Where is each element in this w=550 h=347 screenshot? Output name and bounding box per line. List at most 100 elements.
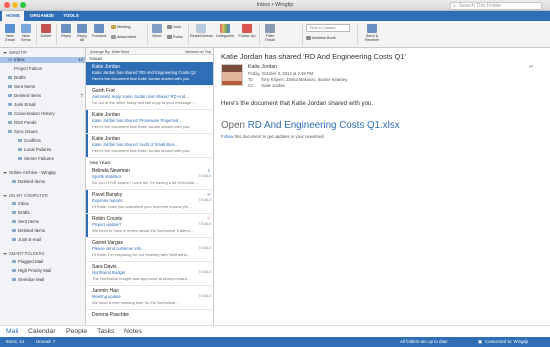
tab-home[interactable]: HOME (2, 11, 24, 21)
group-header-this-year[interactable]: THIS YEAR (89, 160, 110, 165)
section-header-smart-folders[interactable]: SMART FOLDERS (3, 251, 44, 256)
rules-icon (167, 35, 172, 39)
cc-list[interactable]: Katie Jordan (261, 83, 285, 88)
attachment-button[interactable]: Attachment (111, 34, 136, 40)
account-header-archive[interactable]: Online Archive - Wingtip (3, 170, 56, 176)
folder-label: Project Falcon (14, 66, 43, 71)
arrange-bar: Arrange By: Date Sent Newest on Top (86, 48, 213, 55)
nav-notes[interactable]: Notes (124, 328, 142, 335)
folder-archive-deleted-items[interactable]: Deleted Items (12, 179, 45, 185)
folder-rss-feeds[interactable]: RSS Feeds (8, 120, 36, 126)
message-item[interactable]: Junmin Hao Meeting update 7/14/14 We hav… (86, 286, 213, 310)
forward-button[interactable]: Forward (91, 24, 107, 38)
reply-all-button[interactable]: Reply All (75, 24, 89, 42)
folder-local-deleted-items[interactable]: Deleted Items (12, 228, 45, 234)
tab-tools[interactable]: TOOLS (60, 11, 82, 21)
to-list[interactable]: Tony Krijnen, Zrinka Makovac, Ikonne Kea… (261, 77, 348, 82)
folder-junk-email[interactable]: Junk Email (8, 102, 35, 108)
message-item[interactable]: Robin Counts ⚐ Project update? 7/14/14 W… (86, 214, 213, 238)
paperclip-icon (111, 35, 116, 39)
folder-label: Deleted Items (18, 179, 46, 184)
items-count: Items: 14 (6, 339, 25, 344)
message-subject: Expense reports (92, 198, 123, 203)
forward-icon (94, 24, 104, 33)
message-item[interactable]: Belinda Newman ⇩ Sports statistics 7/14/… (86, 166, 213, 190)
section-header-on-my-computer[interactable]: ON MY COMPUTER (3, 193, 48, 198)
folder-sent-items[interactable]: Sent Items (8, 84, 35, 90)
reply-button[interactable]: Reply (59, 24, 73, 38)
message-sender: Katie Jordan (92, 63, 121, 70)
message-item[interactable]: Katie Jordan Katie Jordan has shared 'Au… (86, 134, 213, 158)
folder-conflicts[interactable]: Conflicts (18, 138, 41, 144)
tab-organize[interactable]: ORGANIZE (26, 11, 58, 21)
folder-flagged-mail[interactable]: Flagged Mail (12, 259, 43, 265)
message-item[interactable]: Katie Jordan Katie Jordan has shared 'Pr… (86, 110, 213, 134)
folder-icon (8, 76, 12, 80)
message-item[interactable]: Garret Vargas Please send customer info … (86, 238, 213, 262)
message-item[interactable]: Garth Fort Automatic reply: Katie Jordan… (86, 86, 213, 110)
folder-overdue-mail[interactable]: Overdue Mail (12, 277, 44, 283)
arrange-by-dropdown[interactable]: Arrange By: Date Sent (90, 48, 129, 55)
nav-mail[interactable]: Mail (6, 328, 18, 335)
categorize-button[interactable]: Categorize (214, 24, 236, 38)
folder-local-sent-items[interactable]: Sent Items (12, 219, 39, 225)
folder-sync-issues[interactable]: Sync Issues (8, 129, 38, 135)
follow-up-button[interactable]: Follow Up (238, 24, 256, 38)
new-items-button[interactable]: New Items (19, 24, 33, 42)
folder-local-failures[interactable]: Local Failures (18, 147, 51, 153)
reply-icon[interactable]: ↩ (529, 64, 533, 70)
read-unread-button[interactable]: Read/Unread (190, 24, 213, 38)
ribbon-divider (56, 24, 57, 45)
send-receive-button[interactable]: Send & Receive (360, 24, 384, 42)
search-input[interactable]: ⌕ Search This Folder (450, 1, 542, 10)
account-header-wingtip[interactable]: WINGTIP (3, 50, 27, 55)
delete-button[interactable]: Delete (39, 24, 53, 38)
nav-calendar[interactable]: Calendar (28, 328, 56, 335)
move-button[interactable]: Move (150, 24, 164, 38)
folder-high-priority-mail[interactable]: High Priority Mail (12, 268, 51, 274)
message-preview: Hi Katie, have you submitted your expens… (92, 204, 193, 209)
folder-conversation-history[interactable]: Conversation History (8, 111, 55, 117)
new-email-button[interactable]: New Email (3, 24, 17, 42)
ribbon-divider (188, 24, 189, 45)
junk-button[interactable]: Junk (167, 24, 181, 30)
group-header-today[interactable]: TODAY (89, 56, 103, 61)
folder-deleted-items[interactable]: Deleted Items 7 (8, 93, 85, 99)
folder-local-drafts[interactable]: Drafts (12, 210, 30, 216)
collapse-arrow-icon (3, 252, 7, 255)
message-item[interactable]: Sara Davis Northwind Budget 7/14/14 The … (86, 262, 213, 286)
folder-local-junk-email[interactable]: Junk E-mail (12, 237, 41, 243)
delete-label: Delete (40, 34, 52, 38)
move-folder-icon (152, 24, 162, 33)
folder-icon (12, 202, 16, 206)
find-contact-input[interactable]: Find a Contact (306, 24, 350, 32)
document-link[interactable]: RD And Engineering Costs Q1.xlsx (248, 120, 400, 131)
meeting-label: Meeting (117, 25, 131, 29)
unread-count: 7 (80, 93, 83, 98)
folder-local-inbox[interactable]: Inbox (12, 201, 29, 207)
folder-icon (12, 238, 16, 242)
nav-people[interactable]: People (66, 328, 87, 335)
filter-email-button[interactable]: Filter Email (261, 24, 279, 42)
folder-project-falcon[interactable]: Project Falcon (14, 66, 42, 72)
folder-drafts[interactable]: Drafts (8, 75, 26, 81)
message-date: 7/14/14 (198, 174, 211, 178)
follow-link[interactable]: Follow (221, 134, 233, 139)
folder-inbox[interactable]: Inbox 14 (0, 57, 85, 63)
address-book-button[interactable]: Address Book (306, 35, 336, 41)
folder-server-failures[interactable]: Server Failures (18, 156, 54, 162)
rules-button[interactable]: Rules (167, 34, 183, 40)
folder-label: Sync Issues (14, 129, 38, 134)
meeting-button[interactable]: Meeting (111, 24, 131, 30)
message-item[interactable]: Katie Jordan Katie Jordan has shared 'RD… (86, 62, 213, 86)
message-item[interactable]: Dorena Paschke (86, 310, 213, 325)
cc-recipients: Cc: Katie Jordan (248, 83, 285, 88)
message-item[interactable]: Pavel Bansky ↩ Expense reports 7/14/14 H… (86, 190, 213, 214)
folder-label: Drafts (18, 210, 30, 215)
folder-label: Flagged Mail (18, 259, 44, 264)
message-subject: Northwind Budget (92, 270, 126, 275)
ribbon-divider (302, 24, 303, 45)
sender-name[interactable]: Katie Jordan (248, 64, 277, 70)
sort-order-dropdown[interactable]: Newest on Top (185, 48, 211, 55)
nav-tasks[interactable]: Tasks (97, 328, 114, 335)
